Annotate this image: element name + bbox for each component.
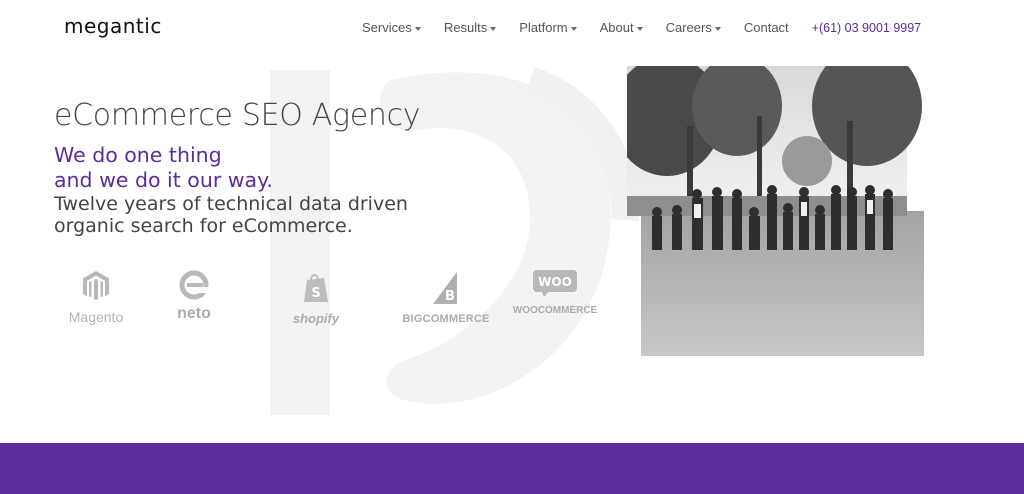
phone-link[interactable]: +(61) 03 9001 9997 <box>812 21 921 35</box>
nav-careers-label: Careers <box>665 20 712 35</box>
nav-results-label: Results <box>443 20 488 35</box>
footer-band <box>0 443 1024 494</box>
svg-text:WOO: WOO <box>538 275 572 289</box>
main-nav: Services Results Platform About Careers … <box>362 20 921 35</box>
platform-label: neto <box>177 305 211 322</box>
platform-label: WOOCOMMERCE <box>512 305 598 316</box>
platform-label: shopify <box>292 311 340 326</box>
woocommerce-icon: WOO <box>533 270 577 297</box>
nav-about-label: About <box>599 20 634 35</box>
nav-contact[interactable]: Contact <box>744 20 789 35</box>
hero-tagline: We do one thing and we do it our way. <box>54 143 273 193</box>
platform-label: BIGCOMMERCE <box>402 313 490 325</box>
subtitle-line-1: Twelve years of technical data driven <box>54 193 408 215</box>
platform-label: Magento <box>68 309 124 325</box>
bigcommerce-icon: B <box>433 272 457 304</box>
nav-careers[interactable]: Careers <box>666 20 721 35</box>
caret-down-icon <box>570 26 577 31</box>
hero-subtitle: Twelve years of technical data driven or… <box>54 193 408 237</box>
tagline-line-2: and we do it our way. <box>54 168 273 192</box>
svg-text:B: B <box>445 289 455 304</box>
neto-icon <box>179 270 209 300</box>
nav-services[interactable]: Services <box>362 20 421 35</box>
nav-results[interactable]: Results <box>443 20 497 35</box>
platform-magento: Magento <box>60 270 132 325</box>
nav-platform-label: Platform <box>519 20 568 35</box>
nav-about[interactable]: About <box>600 20 643 35</box>
platform-neto: neto <box>162 270 226 323</box>
nav-platform[interactable]: Platform <box>519 20 577 35</box>
svg-text:S: S <box>311 286 320 301</box>
tagline-line-1: We do one thing <box>54 143 222 167</box>
caret-down-icon <box>636 26 643 31</box>
caret-down-icon <box>414 26 421 31</box>
nav-services-label: Services <box>362 20 412 35</box>
platform-woocommerce: WOO WOOCOMMERCE <box>510 268 600 316</box>
caret-down-icon <box>714 26 721 31</box>
team-photo <box>612 46 924 356</box>
page-title: eCommerce SEO Agency <box>54 98 421 133</box>
shopify-bag-icon: S <box>304 274 328 302</box>
subtitle-line-2: organic search for eCommerce. <box>54 215 353 237</box>
caret-down-icon <box>490 26 497 31</box>
platform-bigcommerce: B BIGCOMMERCE <box>400 270 492 325</box>
nav-contact-label: Contact <box>743 20 789 35</box>
platform-shopify: S shopify <box>286 272 346 326</box>
megantic-logo[interactable]: megantic <box>64 14 162 38</box>
magento-icon <box>83 271 109 301</box>
